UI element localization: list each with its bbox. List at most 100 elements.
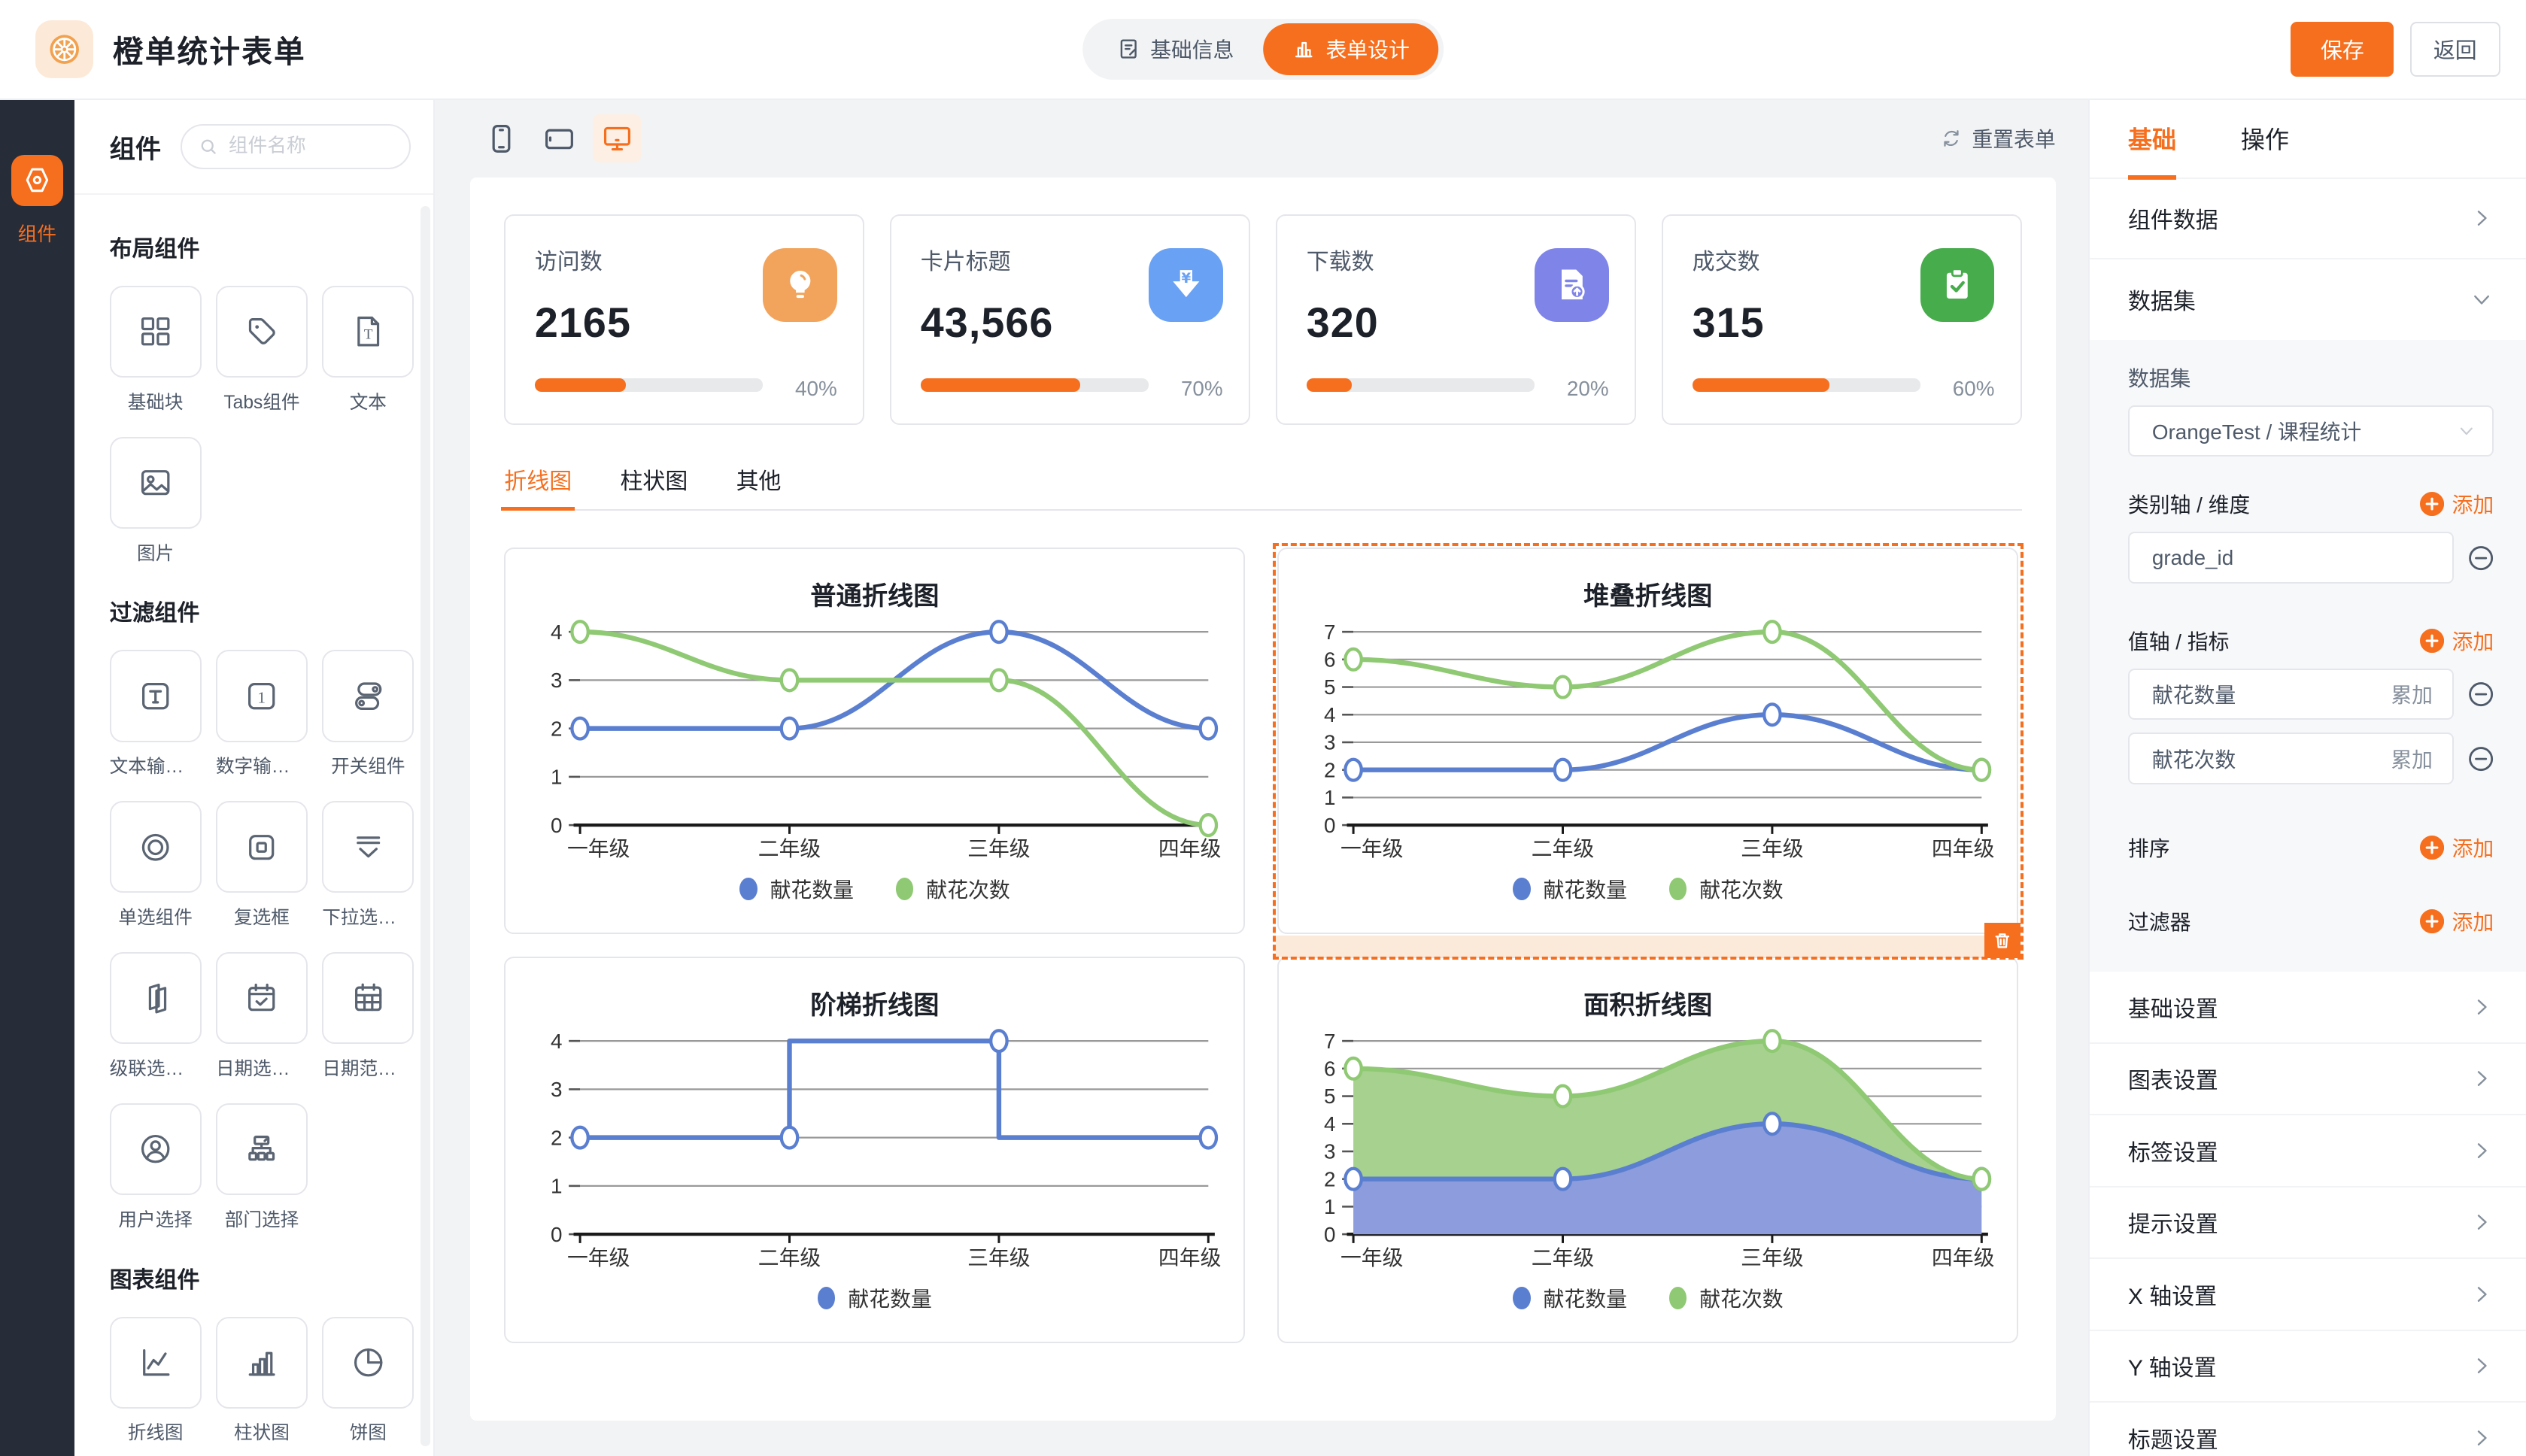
component-item-label: 文本 bbox=[322, 387, 414, 414]
legend-item[interactable]: 献花数量 bbox=[1513, 1283, 1627, 1313]
svg-text:2: 2 bbox=[551, 717, 562, 740]
rail-item-components[interactable] bbox=[11, 155, 63, 207]
settings-section[interactable]: 标题设置 bbox=[2090, 1403, 2526, 1456]
minus-circle-icon bbox=[2468, 545, 2494, 571]
component-item[interactable]: 1 数字输入框 bbox=[216, 650, 308, 778]
settings-section[interactable]: Y 轴设置 bbox=[2090, 1331, 2526, 1403]
stat-card-visits[interactable]: 访问数 2165 40% bbox=[504, 214, 864, 426]
delete-widget-button[interactable] bbox=[1984, 923, 2020, 958]
dimension-field[interactable]: grade_id bbox=[2128, 532, 2454, 584]
component-item-label: 基础块 bbox=[110, 387, 202, 414]
metric-field-1[interactable]: 献花数量 累加 bbox=[2128, 669, 2454, 720]
svg-text:二年级: 二年级 bbox=[757, 1246, 821, 1269]
component-item[interactable]: 文本输入框 bbox=[110, 650, 202, 778]
tab-form-design[interactable]: 表单设计 bbox=[1263, 23, 1438, 75]
svg-text:四年级: 四年级 bbox=[1932, 1246, 1995, 1269]
component-item[interactable]: 柱状图 bbox=[216, 1317, 308, 1445]
chart-step-line[interactable]: 阶梯折线图 01234一年级二年级三年级四年级 献花数量 bbox=[504, 957, 1245, 1343]
svg-text:1: 1 bbox=[551, 1174, 562, 1197]
component-item[interactable]: 图片 bbox=[110, 437, 202, 566]
component-item[interactable]: 开关组件 bbox=[322, 650, 414, 778]
settings-section[interactable]: 图表设置 bbox=[2090, 1044, 2526, 1116]
chart-area-line[interactable]: 面积折线图 01234567一年级二年级三年级四年级 献花数量献花次数 bbox=[1277, 957, 2018, 1343]
stat-card-row: 访问数 2165 40% 卡片标题 43,566 bbox=[504, 214, 2021, 426]
legend-item[interactable]: 献花数量 bbox=[739, 874, 854, 904]
chevron-right-icon bbox=[2470, 1066, 2494, 1090]
component-item[interactable]: 用户选择 bbox=[110, 1103, 202, 1232]
plus-circle-icon bbox=[2420, 909, 2444, 933]
stat-card-downloads[interactable]: 下载数 320 20% bbox=[1276, 214, 1636, 426]
minus-circle-icon bbox=[2468, 681, 2494, 707]
tablet-icon bbox=[542, 122, 576, 156]
tab-actions[interactable]: 操作 bbox=[2241, 121, 2289, 156]
component-item[interactable]: 复选框 bbox=[216, 801, 308, 930]
svg-text:0: 0 bbox=[1324, 1223, 1335, 1246]
component-item[interactable]: 部门选择 bbox=[216, 1103, 308, 1232]
line-chart-plot: 01234一年级二年级三年级四年级 bbox=[522, 619, 1225, 864]
metric-field-2[interactable]: 献花次数 累加 bbox=[2128, 733, 2454, 784]
tab-basic[interactable]: 基础 bbox=[2128, 121, 2176, 156]
plus-circle-icon bbox=[2420, 629, 2444, 653]
back-button[interactable]: 返回 bbox=[2410, 22, 2500, 77]
component-item[interactable]: 折线图 bbox=[110, 1317, 202, 1445]
component-item-label: 饼图 bbox=[322, 1418, 414, 1445]
tab-other-charts[interactable]: 其他 bbox=[736, 463, 782, 509]
plus-circle-icon bbox=[2420, 836, 2444, 860]
component-search[interactable] bbox=[181, 124, 411, 169]
tab-basic-info[interactable]: 基础信息 bbox=[1088, 23, 1263, 75]
save-button[interactable]: 保存 bbox=[2291, 22, 2394, 77]
add-metric-button[interactable]: 添加 bbox=[2420, 626, 2494, 656]
legend-item[interactable]: 献花次数 bbox=[896, 874, 1010, 904]
component-item[interactable]: 单选组件 bbox=[110, 801, 202, 930]
component-item[interactable]: Tabs组件 bbox=[216, 286, 308, 414]
component-item[interactable]: T 文本 bbox=[322, 286, 414, 414]
component-item-label: 用户选择 bbox=[110, 1205, 202, 1232]
tab-bar-charts[interactable]: 柱状图 bbox=[620, 463, 688, 509]
section-component-data[interactable]: 组件数据 bbox=[2090, 179, 2526, 259]
dataset-config: 数据集 OrangeTest / 课程统计 类别轴 / 维度 添加 grade_… bbox=[2090, 340, 2526, 972]
dataset-select[interactable]: OrangeTest / 课程统计 bbox=[2128, 405, 2494, 457]
add-filter-button[interactable]: 添加 bbox=[2420, 906, 2494, 936]
device-tablet-button[interactable] bbox=[535, 114, 583, 162]
remove-metric-button[interactable] bbox=[2468, 681, 2494, 707]
settings-section[interactable]: 标签设置 bbox=[2090, 1115, 2526, 1188]
legend-item[interactable]: 献花次数 bbox=[1669, 1283, 1784, 1313]
component-item[interactable]: 饼图 bbox=[322, 1317, 414, 1445]
settings-section[interactable]: 基础设置 bbox=[2090, 972, 2526, 1044]
component-item[interactable]: 日期范围… bbox=[322, 952, 414, 1081]
remove-dimension-button[interactable] bbox=[2468, 545, 2494, 571]
svg-text:5: 5 bbox=[1324, 1084, 1335, 1108]
legend-item[interactable]: 献花数量 bbox=[818, 1283, 932, 1313]
device-desktop-button[interactable] bbox=[593, 114, 641, 162]
chart-stacked-line[interactable]: 堆叠折线图 01234567一年级二年级三年级四年级 献花数量献花次数 bbox=[1277, 548, 2018, 934]
chart-normal-line[interactable]: 普通折线图 01234一年级二年级三年级四年级 献花数量献花次数 bbox=[504, 548, 1245, 934]
legend-item[interactable]: 献花次数 bbox=[1669, 874, 1784, 904]
stat-card-deals[interactable]: 成交数 315 60% bbox=[1662, 214, 2022, 426]
add-sort-button[interactable]: 添加 bbox=[2420, 833, 2494, 863]
components-panel-title: 组件 bbox=[110, 128, 162, 165]
settings-section[interactable]: X 轴设置 bbox=[2090, 1259, 2526, 1331]
form-sheet[interactable]: 访问数 2165 40% 卡片标题 43,566 bbox=[470, 177, 2055, 1421]
search-input[interactable] bbox=[229, 135, 357, 157]
org-icon bbox=[242, 1130, 281, 1168]
remove-metric-button[interactable] bbox=[2468, 746, 2494, 772]
settings-section[interactable]: 提示设置 bbox=[2090, 1188, 2526, 1260]
legend-item[interactable]: 献花数量 bbox=[1513, 874, 1627, 904]
add-dimension-button[interactable]: 添加 bbox=[2420, 489, 2494, 519]
tab-line-charts[interactable]: 折线图 bbox=[504, 463, 572, 509]
line-chart-plot: 01234567一年级二年级三年级四年级 bbox=[1295, 1028, 1998, 1273]
component-item-label: 单选组件 bbox=[110, 902, 202, 930]
section-dataset[interactable]: 数据集 bbox=[2090, 259, 2526, 340]
stat-card-title[interactable]: 卡片标题 43,566 ¥ 70% bbox=[890, 214, 1250, 426]
charts-grid: 普通折线图 01234一年级二年级三年级四年级 献花数量献花次数 堆叠折线图 0… bbox=[504, 548, 2021, 1343]
panel-scrollbar[interactable] bbox=[420, 206, 430, 1446]
reset-form-button[interactable]: 重置表单 bbox=[1940, 123, 2056, 153]
component-item[interactable]: 下拉选择框 bbox=[322, 801, 414, 930]
component-item[interactable]: 基础块 bbox=[110, 286, 202, 414]
plus-circle-icon bbox=[2420, 492, 2444, 516]
device-mobile-button[interactable] bbox=[477, 114, 525, 162]
component-sections: 布局组件 基础块 Tabs组件 T 文本 图片过滤组件 文本输入框 1 数字输入… bbox=[74, 195, 434, 1454]
component-item[interactable]: 级联选择框 bbox=[110, 952, 202, 1081]
mobile-icon bbox=[484, 122, 518, 156]
component-item[interactable]: 日期选择框 bbox=[216, 952, 308, 1081]
